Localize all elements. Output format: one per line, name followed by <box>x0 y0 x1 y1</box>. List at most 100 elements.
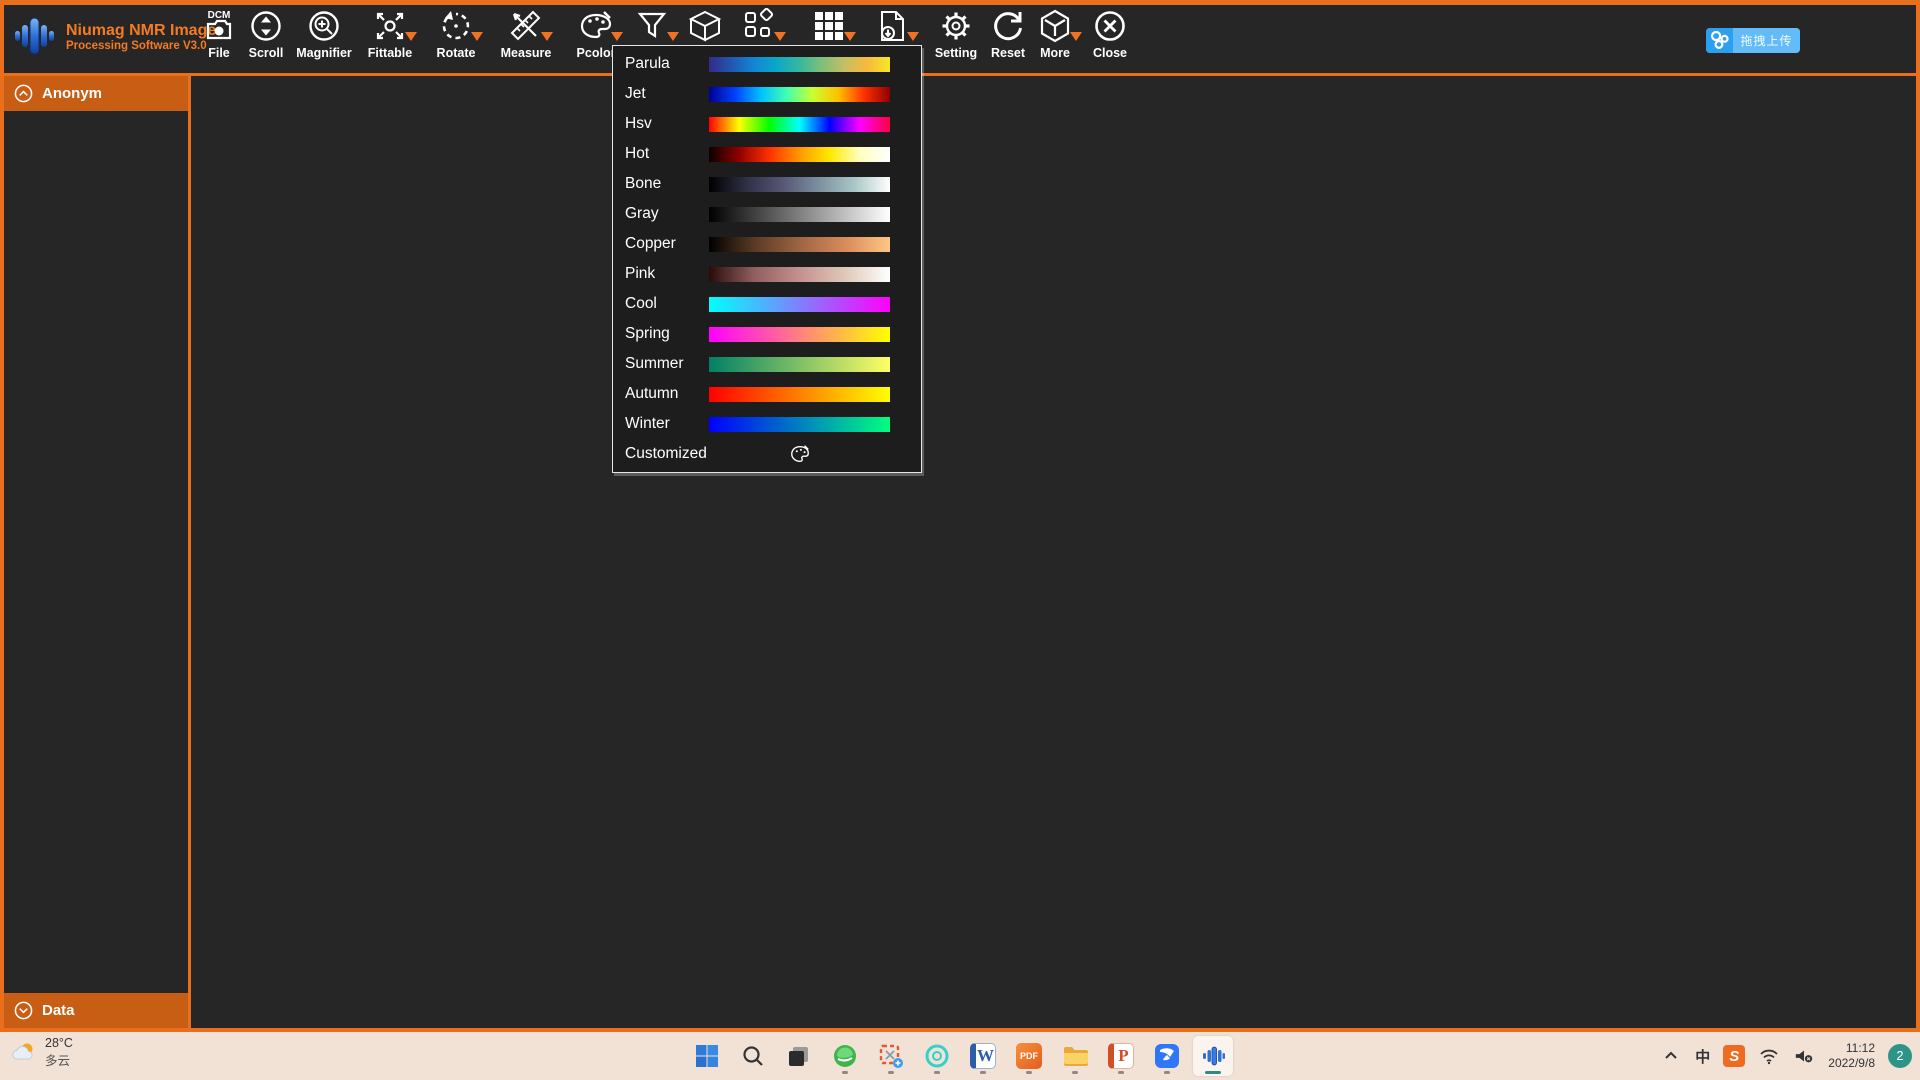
green-browser-button[interactable] <box>825 1036 865 1076</box>
toolbar-label: Pcolor <box>577 46 616 60</box>
data-panel-label: Data <box>42 1002 75 1019</box>
toolbar-label: Rotate <box>437 46 476 60</box>
gray-gradient-swatch <box>709 207 890 222</box>
file-explorer-button[interactable] <box>1055 1036 1095 1076</box>
toolbar-label: Magnifier <box>296 46 352 60</box>
colormap-item-autumn[interactable]: Autumn <box>613 379 921 409</box>
green-browser-icon <box>832 1043 858 1069</box>
clock[interactable]: 11:12 2022/9/8 <box>1828 1041 1875 1071</box>
autumn-gradient-swatch <box>709 387 890 402</box>
colormap-item-pink[interactable]: Pink <box>613 259 921 289</box>
colormap-item-hot[interactable]: Hot <box>613 139 921 169</box>
colormap-item-copper[interactable]: Copper <box>613 229 921 259</box>
dropdown-arrow-icon[interactable] <box>907 32 919 41</box>
colormap-item-winter[interactable]: Winter <box>613 409 921 439</box>
toolbar: Niumag NMR Image Processing Software V3.… <box>4 5 1916 73</box>
cool-gradient-swatch <box>709 297 890 312</box>
magnifier-button[interactable]: Magnifier <box>295 7 353 71</box>
palette-icon <box>578 8 614 44</box>
rotate-button[interactable]: Rotate <box>427 7 485 71</box>
powerpoint-button[interactable]: P <box>1101 1036 1141 1076</box>
feishu-button[interactable] <box>1147 1036 1187 1076</box>
measure-button[interactable]: Measure <box>497 7 555 71</box>
running-indicator <box>888 1071 894 1074</box>
more-button[interactable]: More <box>1026 7 1084 71</box>
search-icon <box>740 1043 766 1069</box>
dropdown-arrow-icon[interactable] <box>774 32 786 41</box>
drag-upload-label: 拖拽上传 <box>1733 28 1800 53</box>
colormap-item-customized[interactable]: Customized <box>613 439 921 469</box>
wifi-button[interactable] <box>1758 1045 1780 1067</box>
powerpoint-icon: P <box>1108 1043 1134 1069</box>
toolbar-label: File <box>208 46 230 60</box>
running-indicator <box>1118 1071 1124 1074</box>
dcm-file-icon: DCM <box>201 8 237 44</box>
colormap-item-parula[interactable]: Parula <box>613 49 921 79</box>
drag-upload-button[interactable]: 拖拽上传 <box>1706 28 1800 53</box>
close-icon <box>1092 8 1128 44</box>
ime-indicator[interactable]: 中 <box>1695 1046 1710 1067</box>
magnifier-icon <box>306 8 342 44</box>
word-icon: W <box>970 1043 996 1069</box>
toolbar-label: Setting <box>935 46 977 60</box>
svg-text:DCM: DCM <box>208 10 231 21</box>
weather-temp: 28°C <box>45 1036 73 1050</box>
colormap-item-gray[interactable]: Gray <box>613 199 921 229</box>
toolbar-label: Reset <box>991 46 1025 60</box>
windows-start-icon <box>694 1043 720 1069</box>
data-panel-header[interactable]: Data <box>4 993 188 1028</box>
sidebar: Anonym Data <box>4 76 188 1028</box>
partly-cloudy-icon <box>10 1039 38 1067</box>
teal-ring-app-button[interactable] <box>917 1036 957 1076</box>
measure-icon <box>508 8 544 44</box>
anonym-panel-label: Anonym <box>42 85 102 102</box>
taskbar-search-button[interactable] <box>733 1036 773 1076</box>
scroll-button[interactable]: Scroll <box>237 7 295 71</box>
nmr-app-taskbar-button[interactable] <box>1193 1036 1233 1076</box>
notification-badge[interactable]: 2 <box>1888 1044 1912 1068</box>
windows-taskbar: 28°C 多云 <box>0 1032 1920 1080</box>
weather-widget[interactable]: 28°C 多云 <box>10 1036 73 1069</box>
pdf-icon: PDF <box>1016 1043 1042 1069</box>
app-window: Niumag NMR Image Processing Software V3.… <box>0 0 1920 1032</box>
colormap-item-cool[interactable]: Cool <box>613 289 921 319</box>
setting-button[interactable]: Setting <box>927 7 985 71</box>
jet-gradient-swatch <box>709 87 890 102</box>
fittable-button[interactable]: Fittable <box>361 7 419 71</box>
dropdown-arrow-icon[interactable] <box>405 32 417 41</box>
more-cube-icon <box>1037 8 1073 44</box>
dropdown-arrow-icon[interactable] <box>844 32 856 41</box>
chevron-up-icon <box>1661 1046 1681 1066</box>
colormap-item-jet[interactable]: Jet <box>613 79 921 109</box>
colormap-item-bone[interactable]: Bone <box>613 169 921 199</box>
feishu-icon <box>1154 1043 1180 1069</box>
system-tray: 中 S 11:12 2022/9/8 2 <box>1660 1032 1912 1080</box>
pdf-button[interactable]: PDF <box>1009 1036 1049 1076</box>
toolbar-label: More <box>1040 46 1070 60</box>
dropdown-arrow-icon[interactable] <box>611 32 623 41</box>
close-button[interactable]: Close <box>1081 7 1139 71</box>
task-view-button[interactable] <box>779 1036 819 1076</box>
word-button[interactable]: W <box>963 1036 1003 1076</box>
colormap-item-summer[interactable]: Summer <box>613 349 921 379</box>
running-indicator <box>980 1071 986 1074</box>
colormap-item-hsv[interactable]: Hsv <box>613 109 921 139</box>
winter-gradient-swatch <box>709 417 890 432</box>
active-running-indicator <box>1205 1071 1221 1074</box>
running-indicator <box>1026 1071 1032 1074</box>
dropdown-arrow-icon[interactable] <box>471 32 483 41</box>
weather-condition: 多云 <box>45 1050 73 1069</box>
snip-tool-button[interactable] <box>871 1036 911 1076</box>
cube-icon <box>687 8 723 44</box>
hidden-icons-chevron[interactable] <box>1660 1045 1682 1067</box>
clock-date: 2022/9/8 <box>1828 1056 1875 1071</box>
volume-muted-button[interactable] <box>1793 1045 1815 1067</box>
windows-start-button[interactable] <box>687 1036 727 1076</box>
anonym-panel-header[interactable]: Anonym <box>4 76 188 111</box>
nmr-wave-logo-icon <box>12 11 58 61</box>
dropdown-arrow-icon[interactable] <box>541 32 553 41</box>
chevron-down-icon <box>14 1001 33 1020</box>
sogou-input-icon[interactable]: S <box>1723 1045 1745 1067</box>
colormap-item-spring[interactable]: Spring <box>613 319 921 349</box>
chevron-up-icon <box>14 84 33 103</box>
